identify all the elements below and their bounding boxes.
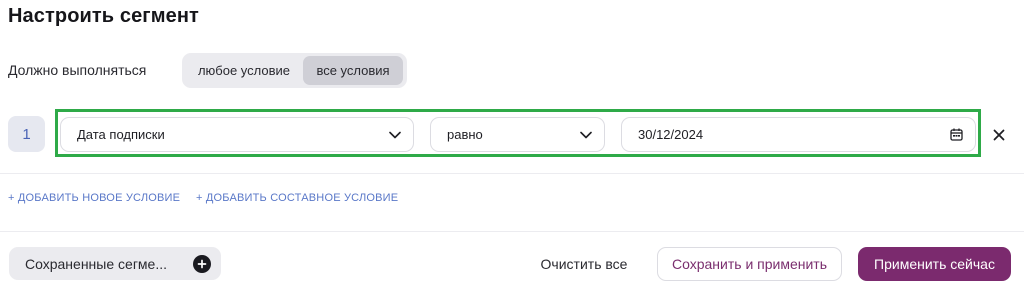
attribute-value: Дата подписки <box>77 127 165 142</box>
add-condition-link[interactable]: + ДОБАВИТЬ НОВОЕ УСЛОВИЕ <box>8 192 180 204</box>
operator-value: равно <box>447 127 483 142</box>
plus-icon <box>193 254 211 273</box>
save-and-apply-button[interactable]: Сохранить и применить <box>657 247 842 281</box>
calendar-icon[interactable] <box>950 128 963 141</box>
remove-condition-button[interactable] <box>985 121 1013 149</box>
divider <box>0 231 1024 232</box>
close-icon <box>993 129 1005 141</box>
apply-now-button[interactable]: Применить сейчас <box>858 247 1011 281</box>
date-input[interactable]: 30/12/2024 <box>621 117 976 152</box>
clear-all-button[interactable]: Очистить все <box>530 247 638 281</box>
add-compound-condition-link[interactable]: + ДОБАВИТЬ СОСТАВНОЕ УСЛОВИЕ <box>196 192 398 204</box>
match-toggle: любое условие все условия <box>182 53 407 88</box>
attribute-select[interactable]: Дата подписки <box>60 117 414 152</box>
saved-segments-button[interactable]: Сохраненные сегме... <box>9 247 221 280</box>
chevron-down-icon <box>580 131 592 139</box>
condition-number: 1 <box>8 116 45 152</box>
date-value: 30/12/2024 <box>638 127 704 142</box>
match-label: Должно выполняться <box>8 62 147 78</box>
saved-segments-label: Сохраненные сегме... <box>25 255 168 272</box>
match-option-all[interactable]: все условия <box>303 56 403 85</box>
operator-select[interactable]: равно <box>430 117 605 152</box>
chevron-down-icon <box>389 131 401 139</box>
page-title: Настроить сегмент <box>8 5 199 27</box>
divider <box>0 173 1024 174</box>
match-option-any[interactable]: любое условие <box>185 56 303 85</box>
